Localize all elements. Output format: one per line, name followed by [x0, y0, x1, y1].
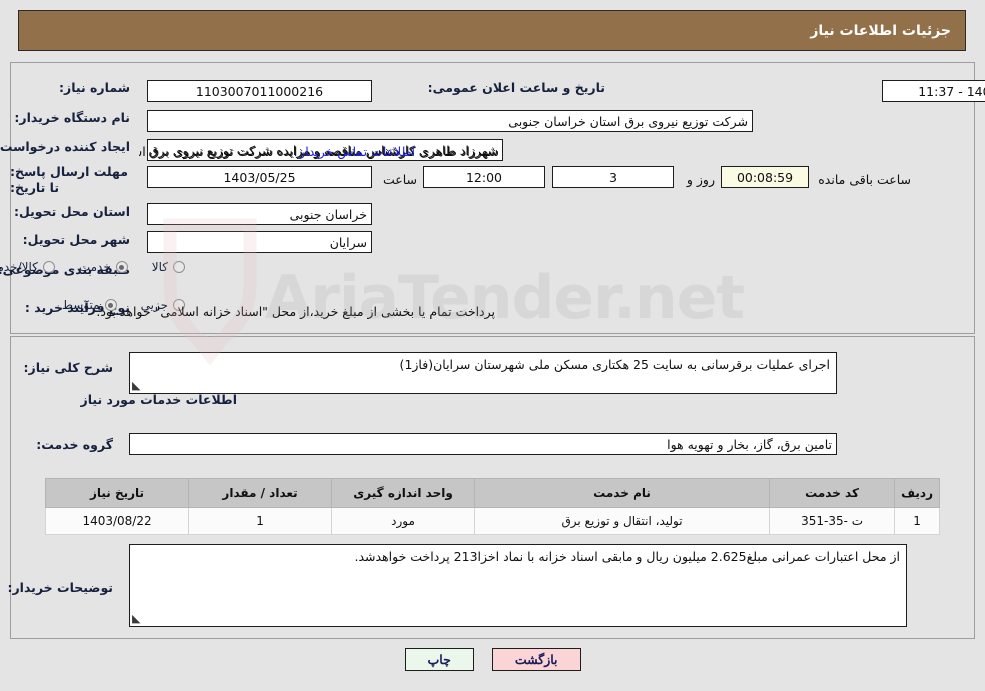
table-cell: مورد	[331, 507, 476, 535]
remaining-time-field: 00:08:59	[721, 166, 809, 188]
category-option-label-2: کالا/خدمت	[0, 260, 38, 274]
buyer-org-value: شرکت توزیع نیروی برق استان خراسان جنوبی	[508, 113, 748, 129]
page-header: جزئیات اطلاعات نیاز	[18, 10, 966, 51]
remaining-label-wrap: ساعت باقی مانده	[818, 169, 911, 188]
contact-link-wrap[interactable]: اطلاعات تماس خریدار	[299, 141, 415, 160]
process-option-label-1: متوسط	[61, 298, 100, 312]
deadline-label: مهلت ارسال پاسخ: تا تاریخ:	[10, 164, 129, 195]
category-option-1[interactable]: خدمت	[79, 260, 128, 274]
province-label-wrap: استان محل تحویل:	[14, 204, 130, 221]
days-field[interactable]: 3	[552, 166, 674, 188]
category-option-2[interactable]: کالا/خدمت	[0, 260, 55, 274]
table-col-header: واحد اندازه گیری	[331, 478, 476, 508]
services-table: ردیف کد خدمت نام خدمت واحد اندازه گیری تعداد…	[44, 478, 940, 535]
city-value: سرایان	[329, 234, 367, 250]
resize-grip-icon[interactable]: ◢	[132, 379, 144, 392]
deadline-date-field[interactable]: 1403/05/25	[147, 166, 372, 188]
buyer-org-label-wrap: نام دستگاه خریدار:	[14, 110, 130, 127]
creator-label: ایجاد کننده درخواست:	[0, 139, 130, 154]
category-radio-icon-2[interactable]	[42, 261, 55, 273]
services-section-title: اطلاعات خدمات مورد نیاز	[80, 392, 238, 407]
announce-datetime-field[interactable]: 1403/05/22 - 11:37	[882, 80, 985, 102]
category-radio-group[interactable]: کالا خدمت کالا/خدمت	[0, 260, 185, 274]
need-number-value: 1103007011000216	[195, 83, 324, 99]
announce-datetime-label: تاریخ و ساعت اعلان عمومی:	[427, 80, 605, 95]
page-root: جزئیات اطلاعات نیاز شماره نیاز: 11030070…	[0, 0, 985, 691]
creator-label-wrap: ایجاد کننده درخواست:	[0, 139, 130, 156]
buyer-org-label: نام دستگاه خریدار:	[14, 110, 130, 125]
back-button[interactable]: بازگشت	[491, 648, 581, 671]
need-number-label-wrap: شماره نیاز:	[59, 80, 130, 97]
table-cell: تولید، انتقال و توزیع برق	[474, 507, 770, 535]
category-option-0[interactable]: کالا	[152, 260, 185, 274]
table-header-row: ردیف کد خدمت نام خدمت واحد اندازه گیری تعداد…	[44, 478, 940, 508]
buyer-notes-label-wrap: توضیحات خریدار:	[7, 580, 113, 597]
deadline-date-value: 1403/05/25	[223, 169, 296, 185]
table-col-header: تعداد / مقدار	[188, 478, 333, 508]
hour-label: ساعت	[382, 172, 417, 187]
province-value: خراسان جنوبی	[289, 206, 367, 222]
announce-datetime-value: 1403/05/22 - 11:37	[918, 83, 985, 99]
announce-datetime-label-wrap: تاریخ و ساعت اعلان عمومی:	[428, 80, 605, 97]
need-number-field[interactable]: 1103007011000216	[147, 80, 372, 102]
resize-grip-icon-notes[interactable]: ◢	[132, 612, 144, 625]
buyer-notes-value: از محل اعتبارات عمرانی مبلغ2.625 میلیون …	[354, 549, 900, 564]
table-cell: 1403/08/22	[44, 507, 190, 535]
action-buttons: بازگشت چاپ	[0, 648, 985, 671]
remaining-time-value: 00:08:59	[736, 169, 794, 185]
table-cell: 1	[894, 507, 940, 535]
table-cell: ت -35-351	[768, 507, 896, 535]
province-label: استان محل تحویل:	[13, 204, 130, 219]
days-label: روز و	[686, 172, 715, 187]
buyer-contact-link[interactable]: اطلاعات تماس خریدار	[299, 144, 415, 159]
remaining-label: ساعت باقی مانده	[818, 172, 911, 187]
description-label-wrap: شرح کلی نیاز:	[24, 360, 113, 377]
need-info-panel	[10, 62, 975, 334]
table-cell: 1	[188, 507, 333, 535]
need-number-label: شماره نیاز:	[59, 80, 130, 95]
buyer-notes-textarea[interactable]: از محل اعتبارات عمرانی مبلغ2.625 میلیون …	[129, 544, 907, 627]
table-col-header: کد خدمت	[768, 478, 896, 508]
category-option-label-1: خدمت	[78, 260, 111, 274]
page-title: جزئیات اطلاعات نیاز	[810, 22, 951, 39]
category-radio-icon-0[interactable]	[173, 261, 185, 273]
hour-label-wrap: ساعت	[383, 169, 417, 188]
days-label-wrap: روز و	[687, 169, 715, 188]
table-row[interactable]: 1ت -35-351 تولید، انتقال و توزیع برق مورد 1…	[44, 507, 940, 535]
service-group-value: تامین برق، گاز، بخار و تهویه هوا	[667, 436, 832, 452]
service-group-field[interactable]: تامین برق، گاز، بخار و تهویه هوا	[129, 433, 837, 455]
table-col-header: ردیف	[894, 478, 940, 508]
service-group-label: گروه خدمت:	[36, 437, 113, 452]
buyer-notes-label: توضیحات خریدار:	[7, 580, 113, 595]
table-col-header: نام خدمت	[474, 478, 770, 508]
hour-value: 12:00	[465, 169, 503, 185]
print-button[interactable]: چاپ	[404, 648, 474, 671]
process-note-wrap: پرداخت تمام یا بخشی از مبلغ خرید،از محل …	[96, 301, 505, 320]
service-group-label-wrap: گروه خدمت:	[36, 437, 113, 454]
description-textarea[interactable]: اجرای عملیات برقرسانی به سایت 25 هکتاری …	[129, 352, 837, 394]
category-radio-icon-1[interactable]	[115, 261, 128, 273]
table-col-header: تاریخ نیاز	[44, 478, 190, 508]
category-option-label-0: کالا	[151, 260, 168, 274]
city-field[interactable]: سرایان	[147, 231, 372, 253]
days-value: 3	[609, 169, 617, 185]
deadline-label-wrap: مهلت ارسال پاسخ: تا تاریخ:	[10, 164, 130, 195]
hour-field[interactable]: 12:00	[423, 166, 545, 188]
city-label: شهر محل تحویل:	[22, 232, 130, 247]
process-note: پرداخت تمام یا بخشی از مبلغ خرید،از محل …	[96, 304, 495, 319]
buyer-org-field[interactable]: شرکت توزیع نیروی برق استان خراسان جنوبی	[147, 110, 753, 132]
city-label-wrap: شهر محل تحویل:	[23, 232, 130, 249]
province-field[interactable]: خراسان جنوبی	[147, 203, 372, 225]
description-label: شرح کلی نیاز:	[23, 360, 113, 375]
description-value: اجرای عملیات برقرسانی به سایت 25 هکتاری …	[399, 357, 830, 372]
